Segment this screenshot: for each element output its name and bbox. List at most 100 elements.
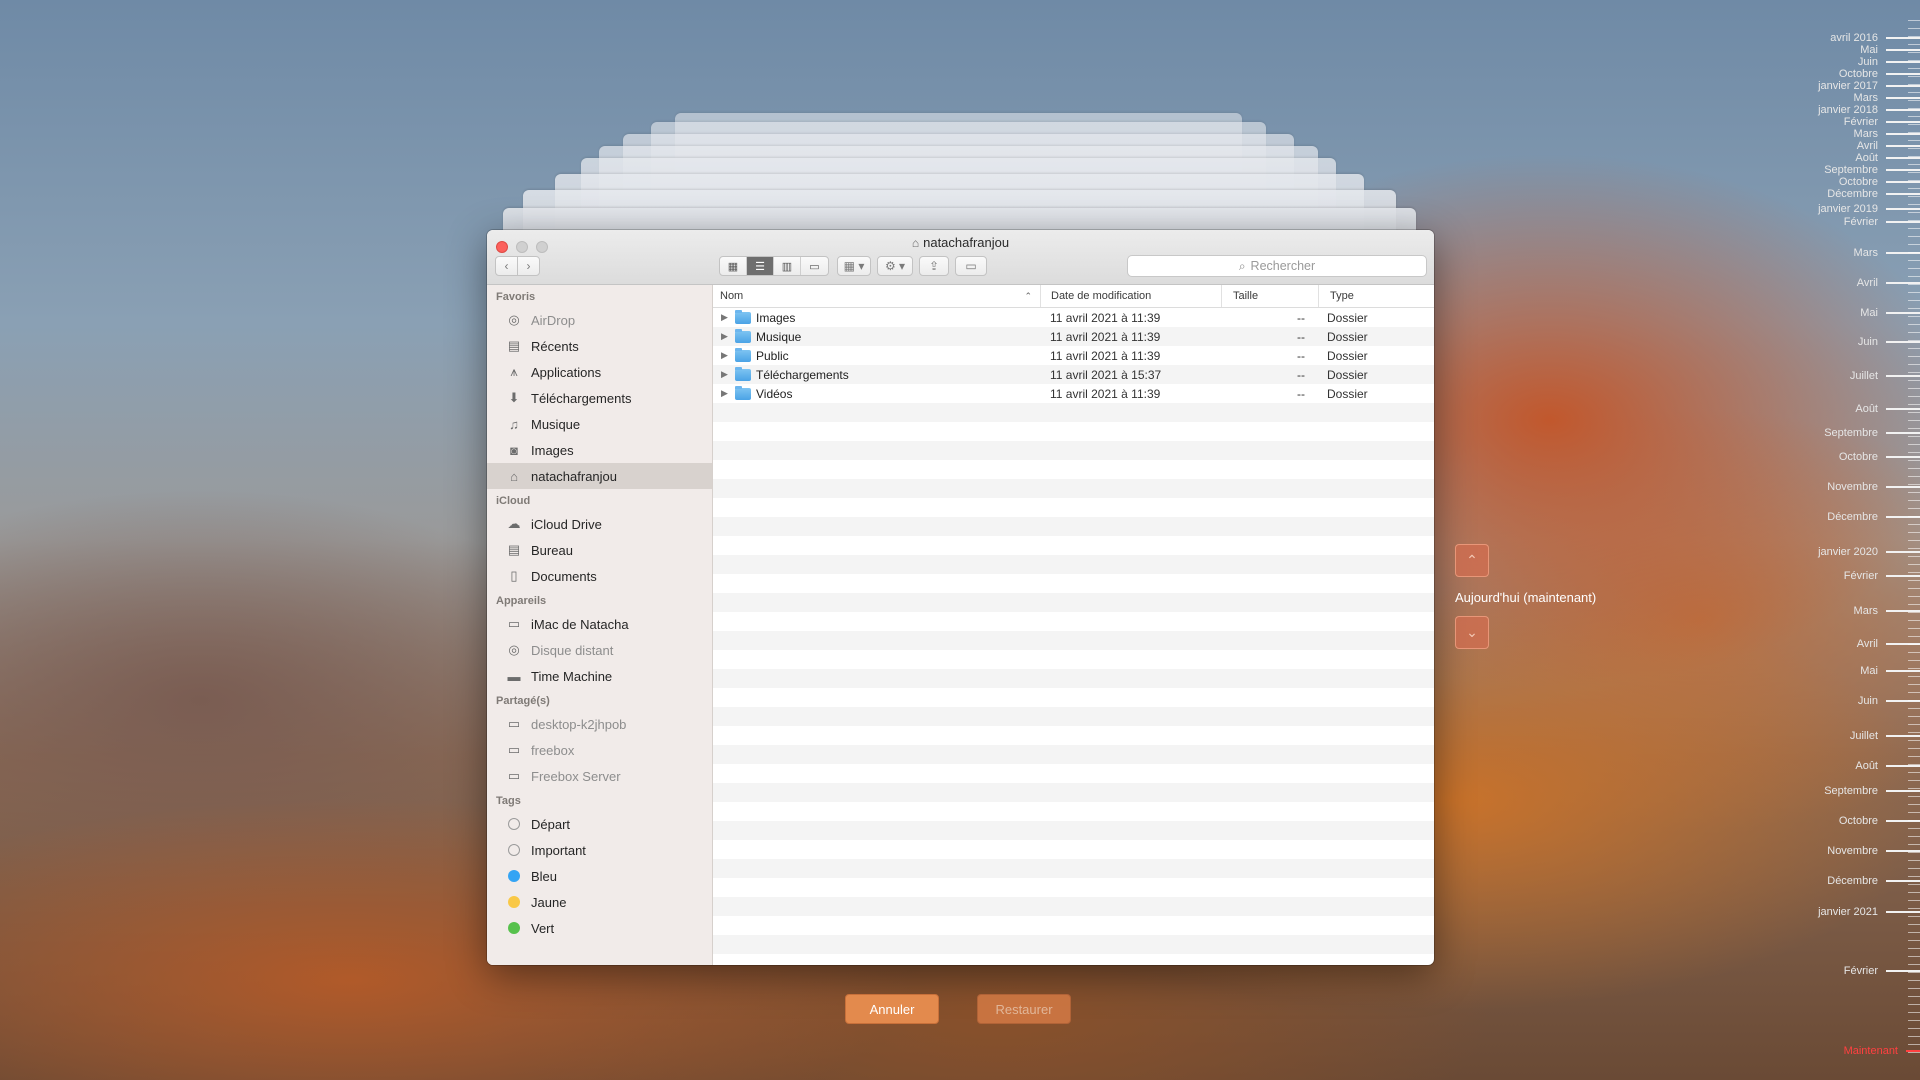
sidebar-item-favoris-4[interactable]: ♫ Musique [487,411,712,437]
gallery-view-icon[interactable]: ▭ [801,257,828,275]
timeline-entry[interactable]: Juin [1858,695,1920,707]
table-row[interactable]: ▶ Public 11 avril 2021 à 11:39 -- Dossier [713,346,1434,365]
group-button[interactable]: ▦ ▾ [837,256,871,276]
timeline-entry[interactable]: Mai [1860,44,1920,56]
search-field[interactable]: ⌕ Rechercher [1127,255,1427,277]
cell-name: ▶ Vidéos [713,385,1041,401]
column-header-type[interactable]: Type [1319,285,1434,307]
timeline-entry[interactable]: janvier 2018 [1818,104,1920,116]
timeline-entry[interactable]: Avril [1857,140,1920,152]
table-row[interactable]: ▶ Musique 11 avril 2021 à 11:39 -- Dossier [713,327,1434,346]
sidebar-item-icloud-1[interactable]: ▤ Bureau [487,537,712,563]
timeline-entry[interactable]: Septembre [1824,785,1920,797]
time-machine-up-button[interactable]: ⌃ [1455,544,1489,577]
empty-row [713,783,1434,802]
column-header-date[interactable]: Date de modification [1041,285,1222,307]
sidebar-item-appareils-2[interactable]: ▬ Time Machine [487,663,712,689]
sidebar-item-partages-0[interactable]: ▭ desktop-k2jhpob [487,711,712,737]
timeline-entry[interactable]: Août [1855,152,1920,164]
sidebar-section-icloud: iCloud [496,495,531,507]
time-machine-down-button[interactable]: ⌄ [1455,616,1489,649]
timeline-entry[interactable]: Juin [1858,56,1920,68]
disclosure-triangle-icon[interactable]: ▶ [721,350,735,361]
sidebar-item-favoris-3[interactable]: ⬇ Téléchargements [487,385,712,411]
timeline-entry[interactable]: Maintenant [1844,1045,1920,1057]
timeline-label: Juillet [1849,370,1878,382]
timeline-minor-tick [1908,1004,1920,1005]
sidebar-tag-2[interactable]: Bleu [487,863,712,889]
column-header-nom[interactable]: Nom ⌃ [713,285,1041,307]
sidebar-item-partages-2[interactable]: ▭ Freebox Server [487,763,712,789]
column-view-icon[interactable]: ▥ [774,257,801,275]
cell-type: Dossier [1327,310,1368,325]
timeline-minor-tick [1908,372,1920,373]
forward-button[interactable]: › [517,256,540,276]
back-button[interactable]: ‹ [495,256,518,276]
timeline-entry[interactable]: Octobre [1839,815,1920,827]
sidebar-item-favoris-2[interactable]: ⩚ Applications [487,359,712,385]
timeline-label: Février [1843,216,1878,228]
sidebar-tag-4[interactable]: Vert [487,915,712,941]
timeline-entry[interactable]: Décembre [1827,188,1920,200]
table-row[interactable]: ▶ Images 11 avril 2021 à 11:39 -- Dossier [713,308,1434,327]
table-row[interactable]: ▶ Téléchargements 11 avril 2021 à 15:37 -- D… [713,365,1434,384]
timeline-entry[interactable]: Novembre [1827,481,1920,493]
timeline-minor-tick [1908,220,1920,221]
sidebar-item-appareils-0[interactable]: ▭ iMac de Natacha [487,611,712,637]
timeline-label: Avril [1856,638,1878,650]
timeline-entry[interactable]: Février [1844,965,1920,977]
timeline-entry[interactable]: Juin [1858,336,1920,348]
timeline-entry[interactable]: Décembre [1827,511,1920,523]
tag-dot-icon [508,818,520,830]
sidebar-item-favoris-6[interactable]: ⌂ natachafranjou [487,463,712,489]
timeline-entry[interactable]: Décembre [1827,875,1920,887]
timeline-entry[interactable]: Octobre [1839,68,1920,80]
timeline-entry[interactable]: janvier 2017 [1818,80,1920,92]
timeline-minor-tick [1908,756,1920,757]
action-button[interactable]: ⚙ ▾ [877,256,913,276]
disclosure-triangle-icon[interactable]: ▶ [721,331,735,342]
empty-row [713,897,1434,916]
tag-label: Vert [531,920,555,936]
cancel-button[interactable]: Annuler [845,994,939,1024]
sidebar-item-favoris-5[interactable]: ◙ Images [487,437,712,463]
timeline-entry[interactable]: Août [1855,760,1920,772]
column-header-taille[interactable]: Taille [1222,285,1319,307]
sidebar-item-label: Téléchargements [531,390,632,406]
disclosure-triangle-icon[interactable]: ▶ [721,369,735,380]
timeline-entry[interactable]: Septembre [1824,164,1920,176]
timeline-entry[interactable]: Mars [1854,605,1920,617]
sidebar-tag-1[interactable]: Important [487,837,712,863]
timeline-entry[interactable]: Mars [1854,92,1920,104]
disclosure-triangle-icon[interactable]: ▶ [721,388,735,399]
timeline-minor-tick [1908,964,1920,965]
share-button[interactable]: ⇪ [919,256,949,276]
timeline-entry[interactable]: Mars [1854,247,1920,259]
tag-button[interactable]: ▭ [955,256,987,276]
timeline-entry[interactable]: janvier 2020 [1818,546,1920,558]
table-row[interactable]: ▶ Vidéos 11 avril 2021 à 11:39 -- Dossier [713,384,1434,403]
sidebar-item-favoris-1[interactable]: ▤ Récents [487,333,712,359]
timeline-entry[interactable]: Octobre [1839,176,1920,188]
disclosure-triangle-icon[interactable]: ▶ [721,312,735,323]
sidebar-tag-3[interactable]: Jaune [487,889,712,915]
restore-button[interactable]: Restaurer [977,994,1071,1024]
timeline-entry[interactable]: Février [1844,216,1920,228]
sidebar-tag-0[interactable]: Départ [487,811,712,837]
list-view-icon[interactable]: ☰ [747,257,774,275]
sidebar-item-icloud-0[interactable]: ☁ iCloud Drive [487,511,712,537]
timeline-entry[interactable]: Avril [1857,277,1920,289]
sidebar-item-icloud-2[interactable]: ▯ Documents [487,563,712,589]
timeline-entry[interactable]: Février [1844,116,1920,128]
timeline-entry[interactable]: Mars [1854,128,1920,140]
timeline-entry[interactable]: avril 2016 [1830,32,1920,44]
sidebar-item-appareils-1[interactable]: ◎ Disque distant [487,637,712,663]
icon-view-icon[interactable]: ▦ [720,257,747,275]
window-title: ⌂ natachafranjou [911,235,1010,250]
timeline-entry[interactable]: janvier 2019 [1818,203,1920,215]
timeline-entry[interactable]: Novembre [1827,845,1920,857]
timeline-entry[interactable]: Septembre [1824,427,1920,439]
timeline-entry[interactable]: janvier 2021 [1818,906,1920,918]
sidebar-item-favoris-0[interactable]: ◎ AirDrop [487,307,712,333]
sidebar-item-partages-1[interactable]: ▭ freebox [487,737,712,763]
